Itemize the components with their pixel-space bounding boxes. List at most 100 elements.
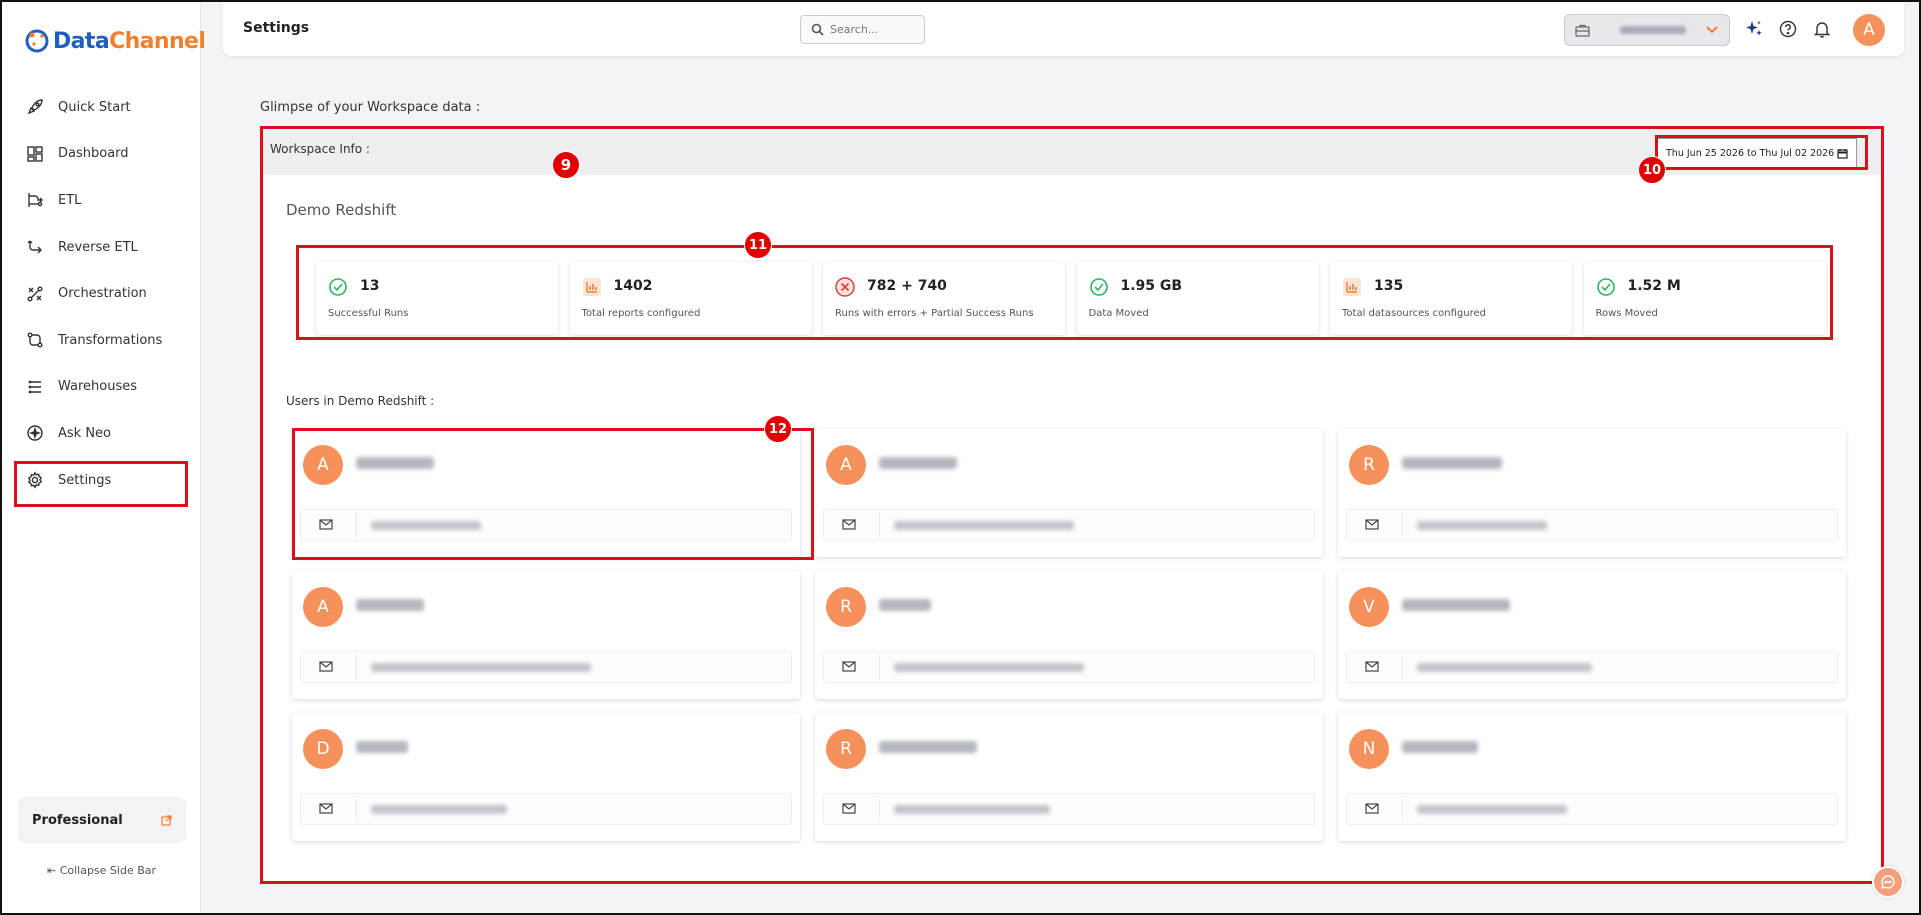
user-avatar: R bbox=[826, 729, 866, 769]
sidebar-item-warehouses[interactable]: Warehouses bbox=[2, 364, 201, 411]
error-circle-icon bbox=[835, 277, 855, 297]
user-avatar: R bbox=[826, 587, 866, 627]
user-card[interactable]: A bbox=[292, 571, 800, 699]
user-email-redacted bbox=[371, 663, 591, 672]
user-email-row bbox=[300, 509, 792, 541]
divider bbox=[879, 796, 880, 822]
search-box[interactable] bbox=[800, 15, 925, 44]
glimpse-heading: Glimpse of your Workspace data : bbox=[260, 100, 481, 115]
user-avatar: A bbox=[826, 445, 866, 485]
user-card[interactable]: N bbox=[1338, 713, 1846, 841]
user-avatar: R bbox=[1349, 445, 1389, 485]
user-card[interactable]: R bbox=[815, 713, 1323, 841]
calendar-icon[interactable] bbox=[1837, 148, 1848, 159]
stat-value: 135 bbox=[1374, 278, 1404, 294]
user-avatar: D bbox=[303, 729, 343, 769]
bell-icon[interactable] bbox=[1811, 18, 1833, 40]
report-icon bbox=[1343, 278, 1361, 296]
plan-card[interactable]: Professional bbox=[18, 797, 186, 843]
user-email-row bbox=[300, 793, 792, 825]
divider bbox=[356, 512, 357, 538]
user-card[interactable]: V bbox=[1338, 571, 1846, 699]
sidebar-item-label: Orchestration bbox=[58, 286, 147, 302]
workspace-selector[interactable] bbox=[1564, 14, 1730, 46]
user-email-redacted bbox=[1417, 521, 1547, 530]
sidebar-item-orchestration[interactable]: Orchestration bbox=[2, 270, 201, 317]
collapse-icon: ⇤ bbox=[46, 864, 57, 877]
user-name-redacted bbox=[1402, 741, 1478, 753]
mail-icon bbox=[1365, 803, 1379, 814]
stat-card-rows-moved: 1.52 M Rows Moved bbox=[1583, 262, 1826, 335]
stat-value: 13 bbox=[360, 278, 380, 294]
mail-icon bbox=[842, 803, 856, 814]
stat-card-successful-runs: 13 Successful Runs bbox=[316, 262, 558, 335]
stat-caption: Runs with errors + Partial Success Runs bbox=[835, 308, 1034, 319]
collapse-sidebar-button[interactable]: ⇤ Collapse Side Bar bbox=[2, 864, 201, 877]
sidebar-item-label: Ask Neo bbox=[58, 425, 112, 441]
sidebar-item-label: Settings bbox=[58, 472, 112, 488]
divider bbox=[1402, 512, 1403, 538]
user-email-redacted bbox=[371, 521, 481, 530]
check-circle-icon bbox=[1089, 278, 1108, 296]
user-name-redacted bbox=[356, 457, 434, 469]
user-name-redacted bbox=[879, 599, 931, 611]
user-name-redacted bbox=[879, 457, 957, 469]
sidebar-item-quick-start[interactable]: Quick Start bbox=[2, 84, 201, 131]
sidebar-item-transformations[interactable]: Transformations bbox=[2, 317, 201, 364]
reverse-etl-icon bbox=[24, 236, 46, 258]
annotation-badge-9: 9 bbox=[552, 151, 580, 179]
users-heading: Users in Demo Redshift : bbox=[286, 394, 435, 408]
mail-icon bbox=[319, 519, 333, 530]
user-card[interactable]: A bbox=[815, 429, 1323, 557]
divider bbox=[1402, 796, 1403, 822]
date-range-input[interactable]: Thu Jun 25 2026 to Thu Jul 02 2026 bbox=[1657, 138, 1857, 168]
user-email-redacted bbox=[1417, 663, 1592, 672]
workspace-info-panel: Workspace Info : Thu Jun 25 2026 to Thu … bbox=[262, 128, 1882, 882]
workspace-name-redacted bbox=[1619, 26, 1686, 34]
divider bbox=[356, 796, 357, 822]
user-card[interactable]: A bbox=[292, 429, 800, 557]
etl-icon bbox=[24, 189, 46, 211]
sidebar-item-etl[interactable]: ETL bbox=[2, 177, 201, 224]
datachannel-logo[interactable]: DataChannel bbox=[24, 28, 206, 54]
user-email-row bbox=[1346, 793, 1838, 825]
sidebar-item-label: Warehouses bbox=[58, 379, 138, 395]
sidebar-item-ask-neo[interactable]: Ask Neo bbox=[2, 410, 201, 457]
divider bbox=[356, 654, 357, 680]
sidebar-nav: Quick Start Dashboard ETL Reverse ETL Or… bbox=[2, 84, 201, 507]
external-link-icon[interactable] bbox=[161, 814, 172, 826]
user-avatar: A bbox=[303, 587, 343, 627]
search-input[interactable] bbox=[830, 23, 910, 36]
user-email-row bbox=[300, 651, 792, 683]
check-circle-icon bbox=[1596, 278, 1615, 296]
dashboard-icon bbox=[24, 143, 46, 165]
chat-support-button[interactable] bbox=[1872, 866, 1904, 898]
user-card[interactable]: R bbox=[1338, 429, 1846, 557]
user-email-redacted bbox=[371, 805, 507, 814]
sidebar-item-reverse-etl[interactable]: Reverse ETL bbox=[2, 224, 201, 271]
mail-icon bbox=[319, 803, 333, 814]
sidebar-item-dashboard[interactable]: Dashboard bbox=[2, 131, 201, 178]
search-icon bbox=[811, 23, 824, 36]
check-circle-icon bbox=[329, 278, 347, 296]
user-card[interactable]: D bbox=[292, 713, 800, 841]
user-email-redacted bbox=[894, 663, 1084, 672]
sidebar-item-label: ETL bbox=[58, 192, 82, 208]
sparkle-icon[interactable] bbox=[1743, 18, 1765, 40]
user-name-redacted bbox=[1402, 457, 1502, 469]
user-avatar[interactable]: A bbox=[1853, 14, 1885, 46]
logo-text: DataChannel bbox=[53, 29, 206, 54]
sidebar-item-label: Transformations bbox=[58, 332, 163, 348]
gear-icon bbox=[24, 469, 46, 491]
user-avatar: N bbox=[1349, 729, 1389, 769]
annotation-badge-11: 11 bbox=[744, 231, 772, 259]
user-email-row bbox=[823, 651, 1315, 683]
stat-caption: Rows Moved bbox=[1595, 308, 1658, 319]
user-name-redacted bbox=[356, 741, 408, 753]
stat-caption: Data Moved bbox=[1088, 308, 1149, 319]
chat-icon bbox=[1881, 875, 1895, 889]
help-icon[interactable] bbox=[1777, 18, 1799, 40]
user-card[interactable]: R bbox=[815, 571, 1323, 699]
sidebar-item-settings[interactable]: Settings bbox=[2, 457, 201, 507]
sidebar-item-label: Reverse ETL bbox=[58, 239, 138, 255]
